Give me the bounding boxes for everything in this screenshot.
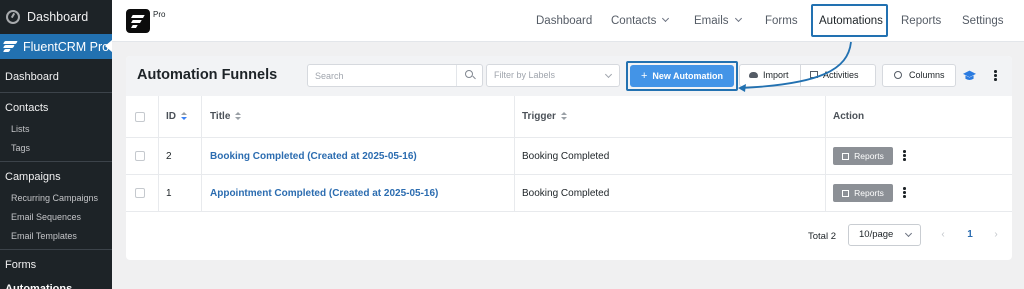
- activities-button[interactable]: Activities: [810, 65, 859, 86]
- nav-forms[interactable]: Forms: [765, 0, 798, 42]
- import-button[interactable]: Import: [749, 65, 789, 86]
- row-id: 1: [166, 187, 172, 199]
- graduation-cap-icon[interactable]: [963, 69, 976, 82]
- per-page-select[interactable]: 10/page: [848, 224, 921, 246]
- sort-icon: [560, 112, 567, 121]
- automation-funnels-panel: Automation Funnels Filter by Labels + New…: [126, 56, 1012, 260]
- automations-highlight-box: [811, 4, 888, 37]
- new-automation-label: New Automation: [652, 71, 724, 81]
- page-number-current[interactable]: 1: [960, 224, 980, 246]
- row-trigger: Booking Completed: [522, 187, 610, 199]
- nav-settings[interactable]: Settings: [962, 0, 1004, 42]
- row-trigger: Booking Completed: [522, 150, 610, 162]
- page-title: Automation Funnels: [137, 67, 278, 83]
- sort-icon: [181, 112, 187, 121]
- sidebar-separator: [0, 249, 112, 250]
- sidebar-separator: [0, 92, 112, 93]
- cloud-download-icon: [749, 72, 758, 78]
- row-id: 2: [166, 150, 172, 162]
- more-options-icon[interactable]: [994, 70, 997, 82]
- search-box: [307, 64, 483, 87]
- chevron-down-icon: [734, 14, 742, 23]
- column-header-title[interactable]: Title: [210, 96, 242, 137]
- sidebar-item-lists[interactable]: Lists: [0, 120, 112, 139]
- nav-dashboard[interactable]: Dashboard: [536, 0, 592, 42]
- row-title-link[interactable]: Booking Completed (Created at 2025-05-16…: [210, 138, 417, 174]
- dashboard-icon: [6, 10, 20, 24]
- sidebar-item-automations[interactable]: Automations: [0, 277, 112, 289]
- sidebar-fluentcrm-pro[interactable]: FluentCRM Pro: [0, 34, 112, 59]
- import-activities-group: Import Activities: [739, 64, 876, 87]
- sort-icon: [235, 112, 242, 121]
- total-count: Total 2: [808, 231, 836, 242]
- fluentcrm-logo-icon: [3, 41, 18, 52]
- sidebar-item-tags[interactable]: Tags: [0, 139, 112, 158]
- chevron-down-icon: [904, 229, 913, 238]
- activity-list-icon: [810, 71, 818, 78]
- pro-badge: Pro: [153, 10, 166, 19]
- gear-icon: [894, 71, 902, 79]
- table-row: 2 Booking Completed (Created at 2025-05-1…: [126, 138, 1012, 175]
- search-button[interactable]: [456, 65, 482, 86]
- sidebar-item-dashboard[interactable]: Dashboard: [0, 65, 112, 89]
- next-page-button[interactable]: ›: [986, 224, 1006, 246]
- sidebar-item-email-templates[interactable]: Email Templates: [0, 227, 112, 246]
- row-more-options-icon[interactable]: [903, 187, 906, 199]
- report-icon: [842, 152, 850, 160]
- search-input[interactable]: [308, 65, 448, 86]
- sidebar-separator: [0, 161, 112, 162]
- fluentcrm-brand-logo[interactable]: [126, 9, 150, 33]
- columns-button[interactable]: Columns: [882, 64, 956, 87]
- nav-emails[interactable]: Emails: [694, 0, 742, 42]
- sidebar-item-contacts[interactable]: Contacts: [0, 96, 112, 120]
- prev-page-button[interactable]: ‹: [933, 224, 953, 246]
- sidebar-fluentcrm-label: FluentCRM Pro: [23, 39, 110, 54]
- row-title-link[interactable]: Appointment Completed (Created at 2025-0…: [210, 175, 438, 211]
- table-row: 1 Appointment Completed (Created at 2025-…: [126, 175, 1012, 212]
- admin-sidebar: Dashboard FluentCRM Pro Dashboard Contact…: [0, 0, 112, 289]
- chevron-down-icon: [662, 14, 670, 23]
- top-navigation-bar: Pro Dashboard Contacts Emails Forms Auto…: [112, 0, 1024, 42]
- nav-contacts[interactable]: Contacts: [611, 0, 670, 42]
- row-checkbox[interactable]: [135, 175, 145, 211]
- reports-button[interactable]: Reports: [833, 147, 893, 165]
- nav-reports[interactable]: Reports: [901, 0, 941, 42]
- chevron-down-icon: [604, 70, 613, 79]
- column-header-id[interactable]: ID: [166, 96, 187, 137]
- report-icon: [842, 189, 850, 197]
- column-header-action: Action: [833, 111, 865, 122]
- panel-header: Automation Funnels Filter by Labels + New…: [126, 56, 1012, 96]
- plus-icon: +: [640, 70, 648, 82]
- sidebar-item-recurring-campaigns[interactable]: Recurring Campaigns: [0, 189, 112, 208]
- reports-button[interactable]: Reports: [833, 184, 893, 202]
- new-automation-button[interactable]: + New Automation: [630, 65, 734, 87]
- select-all-checkbox[interactable]: [135, 96, 145, 137]
- sidebar-submenu: Dashboard Contacts Lists Tags Campaigns Recur…: [0, 59, 112, 289]
- row-more-options-icon[interactable]: [903, 150, 906, 162]
- filter-by-labels-select[interactable]: Filter by Labels: [486, 64, 620, 87]
- sidebar-dashboard-link[interactable]: Dashboard: [0, 0, 112, 34]
- column-header-trigger[interactable]: Trigger: [522, 96, 567, 137]
- sidebar-item-forms[interactable]: Forms: [0, 253, 112, 277]
- filter-placeholder: Filter by Labels: [494, 70, 556, 80]
- sidebar-item-campaigns[interactable]: Campaigns: [0, 165, 112, 189]
- sidebar-item-email-sequences[interactable]: Email Sequences: [0, 208, 112, 227]
- sidebar-dashboard-label: Dashboard: [27, 10, 89, 24]
- table-header-row: ID Title Trigger Action: [126, 96, 1012, 138]
- search-icon: [465, 70, 473, 78]
- row-checkbox[interactable]: [135, 138, 145, 174]
